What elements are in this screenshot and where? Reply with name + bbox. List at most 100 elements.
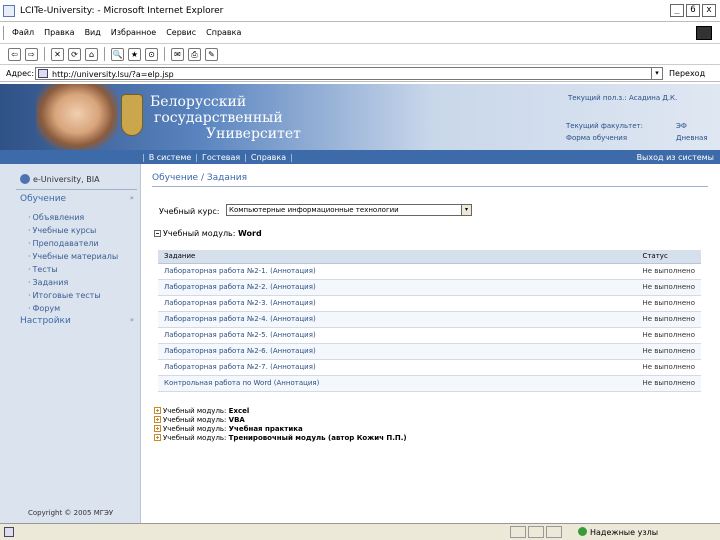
close-button[interactable]: x: [702, 4, 716, 17]
task-status: Не выполнено: [636, 263, 701, 280]
ie-logo-icon: [3, 5, 15, 17]
annotation-link[interactable]: (Аннотация): [270, 267, 316, 275]
home-icon[interactable]: ⌂: [85, 47, 98, 61]
nav-separator: |: [290, 153, 293, 162]
module-label: Учебный модуль:: [163, 416, 227, 424]
sidebar-item-tests[interactable]: Тесты: [28, 263, 118, 276]
expand-plus-icon[interactable]: [154, 434, 161, 441]
task-link[interactable]: Лабораторная работа №2-7.: [164, 363, 268, 371]
mail-icon[interactable]: ✉: [171, 47, 184, 61]
table-row: Лабораторная работа №2-5. (Аннотация) Не…: [158, 327, 701, 344]
sidebar-section-learning[interactable]: Обучение »: [20, 194, 134, 204]
address-dropdown-icon[interactable]: ▾: [651, 68, 662, 79]
status-pane: [510, 526, 526, 538]
nav-separator: |: [244, 153, 247, 162]
annotation-link[interactable]: (Аннотация): [270, 347, 316, 355]
sidebar-item-courses[interactable]: Учебные курсы: [28, 224, 118, 237]
toolbar-separator: [164, 47, 165, 61]
collapse-arrow-icon[interactable]: »: [130, 316, 134, 324]
task-link[interactable]: Лабораторная работа №2-3.: [164, 299, 268, 307]
module-excel[interactable]: Учебный модуль: Excel: [154, 407, 407, 416]
back-icon[interactable]: ⇦: [8, 47, 21, 61]
course-label: Учебный курс:: [159, 207, 220, 216]
annotation-link[interactable]: (Аннотация): [270, 299, 316, 307]
module-value: Word: [238, 229, 262, 238]
table-row: Лабораторная работа №2-3. (Аннотация) Не…: [158, 295, 701, 312]
address-label: Адрес:: [6, 69, 35, 78]
annotation-link[interactable]: (Аннотация): [270, 283, 316, 291]
table-row: Лабораторная работа №2-4. (Аннотация) Не…: [158, 311, 701, 328]
sidebar-item-final-tests[interactable]: Итоговые тесты: [28, 289, 118, 302]
module-training[interactable]: Учебный модуль: Тренировочный модуль (ав…: [154, 434, 407, 443]
collapse-minus-icon[interactable]: [154, 230, 161, 237]
task-link[interactable]: Лабораторная работа №2-6.: [164, 347, 268, 355]
edit-icon[interactable]: ✎: [205, 47, 218, 61]
module-word[interactable]: Учебный модуль: Word: [154, 229, 262, 238]
page-icon: [38, 69, 48, 78]
maximize-button[interactable]: 6: [686, 4, 700, 17]
annotation-link[interactable]: (Аннотация): [270, 363, 316, 371]
favorites-icon[interactable]: ★: [128, 47, 141, 61]
module-label: Учебный модуль:: [163, 229, 236, 238]
minimize-button[interactable]: _: [670, 4, 684, 17]
status-bar: Надежные узлы: [0, 523, 720, 540]
forward-icon[interactable]: ⇨: [25, 47, 38, 61]
task-link[interactable]: Лабораторная работа №2-4.: [164, 315, 268, 323]
nav-guestbook[interactable]: Гостевая: [202, 153, 240, 162]
sidebar-section-settings[interactable]: Настройки »: [20, 316, 134, 326]
address-input[interactable]: http://university.lsu/?a=elp.jsp ▾: [35, 67, 663, 80]
university-name-line1: Белорусский: [150, 94, 247, 110]
column-header-task: Задание: [158, 250, 637, 264]
sidebar-item-materials[interactable]: Учебные материалы: [28, 250, 119, 263]
security-zone: Надежные узлы: [578, 527, 658, 537]
nav-help[interactable]: Справка: [251, 153, 286, 162]
stop-icon[interactable]: ✕: [51, 47, 64, 61]
course-select[interactable]: Компьютерные информационные технологии ▾: [226, 204, 472, 216]
task-status: Не выполнено: [636, 279, 701, 296]
history-icon[interactable]: ⊙: [145, 47, 158, 61]
module-value: VBA: [228, 416, 245, 424]
current-user: Текущий пол.з.: Асадина Д.К.: [568, 94, 678, 102]
module-vba[interactable]: Учебный модуль: VBA: [154, 416, 407, 425]
expand-plus-icon[interactable]: [154, 407, 161, 414]
address-url[interactable]: http://university.lsu/?a=elp.jsp: [52, 70, 174, 79]
refresh-icon[interactable]: ⟳: [68, 47, 81, 61]
window-title-bar: LCITe-University: - Microsoft Internet E…: [0, 0, 720, 22]
university-name-line2: государственный: [154, 110, 283, 126]
sidebar-item-announcements[interactable]: Объявления: [28, 211, 118, 224]
sidebar-item-teachers[interactable]: Преподаватели: [28, 237, 118, 250]
logout-link[interactable]: Выход из системы: [637, 153, 714, 162]
nav-in-system[interactable]: В системе: [149, 153, 192, 162]
faculty-info: Текущий факультет: ЭФ Форма обучения Дне…: [566, 120, 708, 144]
table-row: Лабораторная работа №2-6. (Аннотация) Не…: [158, 343, 701, 360]
search-icon[interactable]: 🔍: [111, 47, 124, 61]
module-value: Excel: [228, 407, 250, 415]
annotation-link[interactable]: (Аннотация): [274, 379, 320, 387]
module-practice[interactable]: Учебный модуль: Учебная практика: [154, 425, 407, 434]
collapse-arrow-icon[interactable]: »: [130, 194, 134, 202]
expand-plus-icon[interactable]: [154, 425, 161, 432]
menu-view[interactable]: Вид: [85, 28, 101, 37]
task-status: Не выполнено: [636, 375, 701, 392]
annotation-link[interactable]: (Аннотация): [270, 315, 316, 323]
sidebar-item-forum[interactable]: Форум: [28, 302, 118, 315]
menu-bar: Файл Правка Вид Избранное Сервис Справка: [0, 22, 720, 44]
menu-tools[interactable]: Сервис: [166, 28, 196, 37]
expand-plus-icon[interactable]: [154, 416, 161, 423]
menu-edit[interactable]: Правка: [44, 28, 74, 37]
task-link[interactable]: Лабораторная работа №2-5.: [164, 331, 268, 339]
copyright: Copyright © 2005 МГЭУ: [28, 509, 114, 517]
menu-favorites[interactable]: Избранное: [111, 28, 156, 37]
trusted-zone-icon: [578, 527, 587, 536]
print-icon[interactable]: ⎙: [188, 47, 201, 61]
task-link[interactable]: Контрольная работа по Word: [164, 379, 272, 387]
task-link[interactable]: Лабораторная работа №2-1.: [164, 267, 268, 275]
menu-help[interactable]: Справка: [206, 28, 241, 37]
task-link[interactable]: Лабораторная работа №2-2.: [164, 283, 268, 291]
chevron-down-icon[interactable]: ▾: [461, 205, 471, 215]
security-zone-label: Надежные узлы: [590, 528, 659, 537]
sidebar-item-assignments[interactable]: Задания: [28, 276, 118, 289]
menu-file[interactable]: Файл: [12, 28, 34, 37]
annotation-link[interactable]: (Аннотация): [270, 331, 316, 339]
go-button[interactable]: Переход: [669, 69, 705, 78]
